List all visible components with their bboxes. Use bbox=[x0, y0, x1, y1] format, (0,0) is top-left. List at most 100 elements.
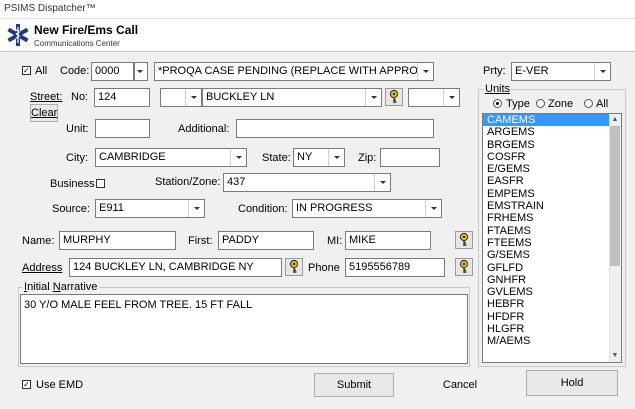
chevron-down-icon bbox=[425, 200, 441, 217]
cancel-button[interactable]: Cancel bbox=[420, 373, 500, 397]
street-name-select[interactable]: BUCKLEY LN bbox=[202, 88, 382, 107]
units-list-item[interactable]: FTAEMS bbox=[483, 225, 621, 237]
caller-last-name-input[interactable]: MURPHY bbox=[59, 231, 176, 250]
code-input[interactable]: 0000 bbox=[91, 62, 134, 81]
units-list-item[interactable]: EMPEMS bbox=[483, 188, 621, 200]
units-listbox[interactable]: CAMEMS ARGEMS BRGEMS COSFR E/GEMS EASFR EMPEMS… bbox=[482, 113, 622, 363]
units-type-label: Type bbox=[506, 98, 530, 110]
city-label: City: bbox=[66, 152, 88, 164]
code-label: Code: bbox=[60, 65, 90, 77]
units-scrollbar[interactable]: ▲ ▼ bbox=[609, 114, 621, 362]
units-list-item[interactable]: FTEEMS bbox=[483, 237, 621, 249]
units-list-item[interactable]: BRGEMS bbox=[483, 139, 621, 151]
business-label: Business bbox=[50, 178, 95, 190]
caller-phone-input[interactable]: 5195556789 bbox=[345, 258, 445, 277]
caller-mi-label: MI: bbox=[327, 235, 343, 247]
code-description-value: *PROQA CASE PENDING (REPLACE WITH APPROP… bbox=[158, 65, 434, 77]
chevron-down-icon bbox=[230, 149, 246, 166]
condition-label: Condition: bbox=[238, 203, 288, 215]
units-type-radio[interactable] bbox=[493, 99, 502, 108]
condition-value: IN PROGRESS bbox=[296, 202, 373, 214]
chevron-down-icon bbox=[374, 174, 390, 191]
station-zone-select[interactable]: 437 bbox=[223, 173, 391, 192]
units-list-item[interactable]: GFLFD bbox=[483, 262, 621, 274]
code-description-select[interactable]: *PROQA CASE PENDING (REPLACE WITH APPROP… bbox=[154, 62, 434, 81]
city-value: CAMBRIDGE bbox=[99, 151, 166, 163]
units-list-item[interactable]: M/AEMS bbox=[483, 335, 621, 347]
station-zone-value: 437 bbox=[227, 176, 246, 188]
submit-button[interactable]: Submit bbox=[314, 373, 394, 397]
units-list-item[interactable]: EASFR bbox=[483, 175, 621, 187]
units-zone-label: Zone bbox=[548, 98, 574, 110]
units-items: CAMEMS ARGEMS BRGEMS COSFR E/GEMS EASFR EMPEMS… bbox=[483, 114, 621, 348]
priority-select[interactable]: E-VER bbox=[511, 62, 611, 81]
street-no-label: No: bbox=[71, 91, 89, 103]
state-value: NY bbox=[297, 151, 313, 163]
state-select[interactable]: NY bbox=[293, 148, 345, 167]
chevron-down-icon bbox=[417, 63, 433, 80]
units-scroll-thumb[interactable] bbox=[610, 126, 620, 266]
narrative-textarea[interactable]: 30 Y/O MALE FEEL FROM TREE. 15 FT FALL bbox=[20, 294, 468, 364]
header-title: New Fire/Ems Call bbox=[34, 23, 139, 37]
hold-button[interactable]: Hold bbox=[526, 370, 618, 396]
chevron-down-icon bbox=[328, 149, 344, 166]
units-list-item[interactable]: G/SEMS bbox=[483, 249, 621, 261]
units-list-item[interactable]: GNHFR bbox=[483, 274, 621, 286]
units-list-item[interactable]: HEBFR bbox=[483, 298, 621, 310]
units-label: Units bbox=[484, 82, 512, 96]
header-subtitle: Communications Center bbox=[34, 39, 120, 48]
chevron-down-icon bbox=[365, 89, 381, 106]
units-list-item[interactable]: GVLEMS bbox=[483, 286, 621, 298]
all-checkbox[interactable]: ✓ bbox=[22, 66, 31, 75]
scroll-down-icon[interactable]: ▼ bbox=[609, 350, 621, 362]
caller-address-label: Address bbox=[22, 262, 63, 274]
key-lookup-icon[interactable] bbox=[455, 231, 473, 249]
all-label: All bbox=[35, 65, 48, 77]
caller-address-input[interactable]: 124 BUCKLEY LN, CAMBRIDGE NY bbox=[69, 258, 282, 277]
units-list-item[interactable]: EMSTRAIN bbox=[483, 200, 621, 212]
units-list-item[interactable]: HLGFR bbox=[483, 323, 621, 335]
narrative-label: Initial Narrative bbox=[22, 280, 100, 294]
zip-input[interactable] bbox=[380, 148, 440, 167]
caller-name-label: Name: bbox=[22, 235, 55, 247]
caller-first-name-input[interactable]: PADDY bbox=[218, 231, 314, 250]
use-emd-checkbox[interactable]: ✓ bbox=[22, 380, 31, 389]
units-list-item[interactable]: FRHEMS bbox=[483, 212, 621, 224]
clear-button[interactable]: Clear bbox=[30, 104, 58, 122]
units-list-item[interactable]: E/GEMS bbox=[483, 163, 621, 175]
code-dropdown[interactable] bbox=[134, 62, 148, 81]
scroll-up-icon[interactable]: ▲ bbox=[609, 114, 621, 126]
business-checkbox[interactable] bbox=[96, 179, 105, 188]
units-zone-radio[interactable] bbox=[536, 99, 545, 108]
street-name-value: BUCKLEY LN bbox=[206, 91, 275, 103]
window-titlebar: PSIMS Dispatcher™ bbox=[0, 0, 635, 19]
dialog-header: New Fire/Ems Call Communications Center bbox=[0, 19, 635, 52]
units-list-item[interactable]: HFDFR bbox=[483, 311, 621, 323]
key-lookup-icon[interactable] bbox=[385, 88, 403, 106]
source-label: Source: bbox=[52, 203, 90, 215]
street-prefix-select[interactable] bbox=[160, 88, 202, 107]
units-all-radio[interactable] bbox=[584, 99, 593, 108]
street-number-input[interactable]: 124 bbox=[94, 88, 150, 107]
units-list-item[interactable]: COSFR bbox=[483, 151, 621, 163]
state-label: State: bbox=[262, 152, 291, 164]
unit-input[interactable] bbox=[95, 119, 150, 138]
chevron-down-icon bbox=[188, 200, 204, 217]
additional-input[interactable] bbox=[236, 119, 434, 138]
source-select[interactable]: E911 bbox=[95, 199, 205, 218]
city-select[interactable]: CAMBRIDGE bbox=[95, 148, 247, 167]
street-suffix-select[interactable] bbox=[408, 88, 460, 107]
source-value: E911 bbox=[99, 202, 124, 214]
key-lookup-icon[interactable] bbox=[455, 258, 473, 276]
priority-value: E-VER bbox=[515, 65, 549, 77]
caller-phone-label: Phone bbox=[308, 262, 340, 274]
zip-label: Zip: bbox=[358, 152, 377, 164]
units-list-item[interactable]: CAMEMS bbox=[483, 114, 621, 127]
condition-select[interactable]: IN PROGRESS bbox=[292, 199, 442, 218]
additional-label: Additional: bbox=[178, 123, 230, 135]
caller-mi-input[interactable]: MIKE bbox=[345, 231, 431, 250]
units-list-item[interactable]: ARGEMS bbox=[483, 126, 621, 138]
star-of-life-icon bbox=[7, 24, 29, 46]
key-lookup-icon[interactable] bbox=[285, 258, 303, 276]
chevron-down-icon bbox=[135, 63, 147, 80]
